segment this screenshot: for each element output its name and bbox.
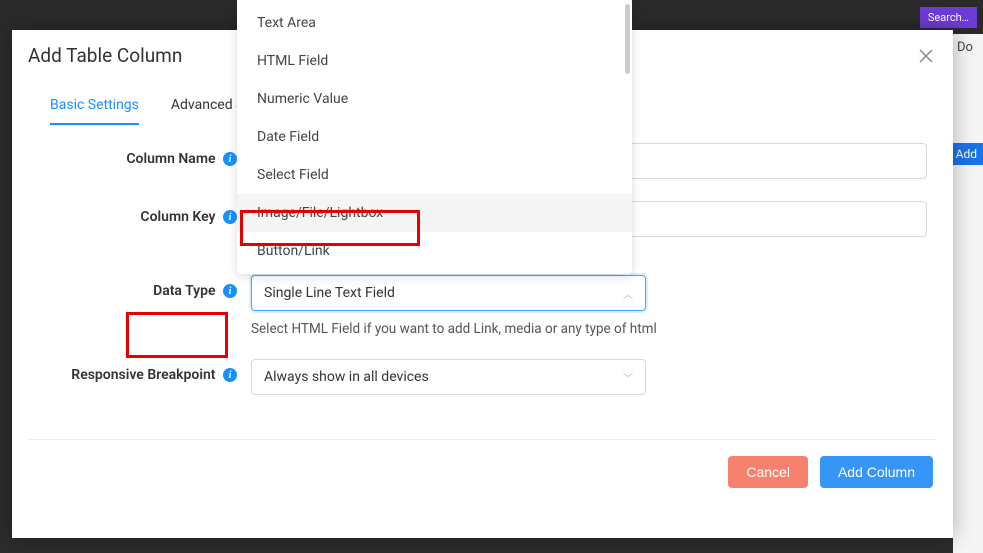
label-data-type: Data Type i: [12, 275, 237, 299]
dropdown-scrollbar[interactable]: [625, 4, 630, 74]
add-column-button[interactable]: Add Column: [820, 456, 933, 488]
info-icon[interactable]: i: [223, 152, 237, 166]
dropdown-item-image-file-lightbox[interactable]: Image/File/Lightbox: [237, 194, 632, 232]
dropdown-item-numeric-value[interactable]: Numeric Value: [237, 80, 632, 118]
topbar-search-button[interactable]: Search…: [920, 7, 977, 28]
dropdown-item-select-field[interactable]: Select Field: [237, 156, 632, 194]
chevron-down-icon: ﹀: [623, 370, 633, 385]
dropdown-item-html-field[interactable]: HTML Field: [237, 42, 632, 80]
tab-basic-settings[interactable]: Basic Settings: [50, 97, 139, 125]
row-responsive-breakpoint: Responsive Breakpoint i Always show in a…: [12, 359, 927, 395]
dropdown-item-date-field[interactable]: Date Field: [237, 118, 632, 156]
label-responsive-breakpoint: Responsive Breakpoint i: [12, 359, 237, 383]
data-type-dropdown: Text Area HTML Field Numeric Value Date …: [237, 0, 632, 274]
label-column-name: Column Name i: [12, 143, 237, 167]
data-type-helper: Select HTML Field if you want to add Lin…: [251, 321, 927, 337]
data-type-selected-value: Single Line Text Field: [264, 285, 395, 301]
row-data-type: Data Type i Single Line Text Field ︿ Sel…: [12, 275, 927, 337]
close-icon[interactable]: [919, 49, 933, 63]
label-column-key: Column Key i: [12, 201, 237, 225]
info-icon[interactable]: i: [223, 368, 237, 382]
dropdown-item-text-area[interactable]: Text Area: [237, 4, 632, 42]
chevron-up-icon: ︿: [623, 286, 633, 301]
data-type-select[interactable]: Single Line Text Field ︿: [251, 275, 646, 311]
background-docs-link[interactable]: Do: [953, 34, 983, 553]
background-add-button[interactable]: Add: [950, 143, 983, 165]
modal-title: Add Table Column: [28, 44, 182, 67]
responsive-selected-value: Always show in all devices: [264, 369, 429, 385]
cancel-button[interactable]: Cancel: [728, 456, 808, 488]
info-icon[interactable]: i: [223, 284, 237, 298]
info-icon[interactable]: i: [223, 210, 237, 224]
dropdown-item-button-link[interactable]: Button/Link: [237, 232, 632, 270]
responsive-breakpoint-select[interactable]: Always show in all devices ﹀: [251, 359, 646, 395]
